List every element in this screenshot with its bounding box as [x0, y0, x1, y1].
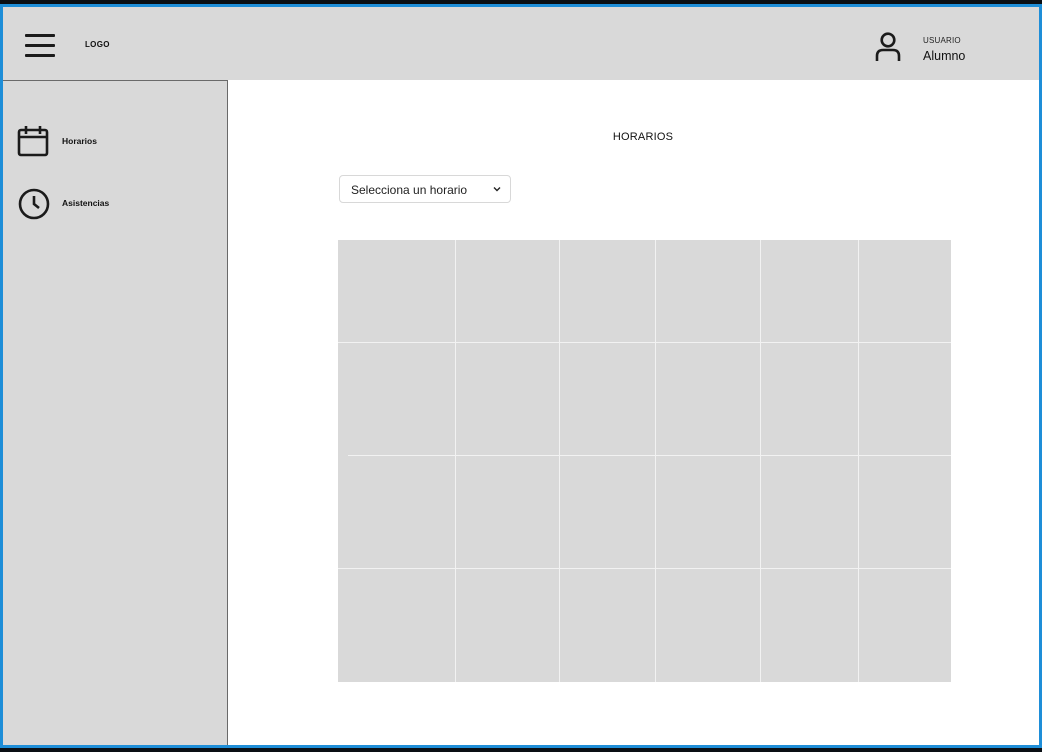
grid-row-divider	[338, 568, 951, 569]
page-title: HORARIOS	[612, 131, 674, 143]
sidebar-item-asistencias[interactable]: Asistencias	[15, 185, 215, 221]
sidebar: Horarios Asistencias	[3, 80, 228, 745]
hamburger-menu-icon[interactable]	[25, 33, 55, 57]
user-name[interactable]: Alumno	[923, 49, 965, 63]
grid-column-divider	[760, 240, 761, 682]
sidebar-item-horarios[interactable]: Horarios	[15, 123, 215, 159]
sidebar-item-label: Horarios	[62, 136, 97, 146]
schedule-select-value: Selecciona un horario	[351, 183, 468, 197]
user-role-label: USUARIO	[923, 36, 961, 45]
grid-column-divider	[655, 240, 656, 682]
grid-column-divider	[455, 240, 456, 682]
schedule-grid	[338, 240, 951, 682]
logo: LOGO	[85, 40, 110, 49]
sidebar-item-label: Asistencias	[62, 198, 110, 208]
schedule-select[interactable]: Selecciona un horario	[339, 175, 511, 203]
grid-column-divider	[559, 240, 560, 682]
top-bar: LOGO USUARIO Alumno	[3, 7, 1039, 80]
user-icon[interactable]	[874, 31, 902, 63]
calendar-icon	[17, 126, 49, 157]
chevron-down-icon	[493, 187, 501, 192]
grid-column-divider	[858, 240, 859, 682]
grid-row-divider	[348, 455, 951, 456]
app-window: LOGO USUARIO Alumno Horarios Asistencias	[0, 4, 1042, 748]
clock-icon	[18, 188, 50, 220]
grid-row-divider	[338, 342, 951, 343]
